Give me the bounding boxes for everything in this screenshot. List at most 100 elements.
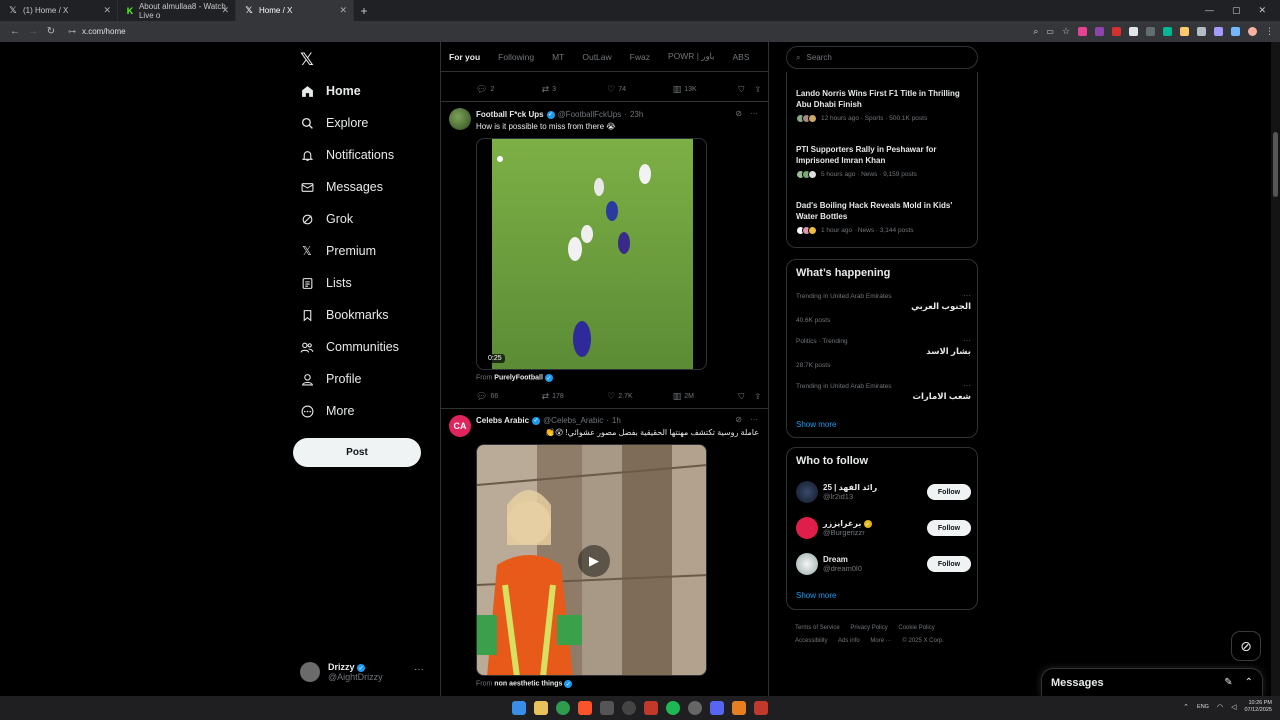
- nav-lists[interactable]: Lists: [300, 276, 352, 290]
- minimize-icon[interactable]: —: [1205, 5, 1214, 16]
- extension-icon[interactable]: [1112, 27, 1121, 36]
- trend-item[interactable]: Politics · Trending بشار الاسد 28.7K pos…: [796, 336, 971, 369]
- avatar[interactable]: CA: [449, 415, 471, 437]
- app-icon[interactable]: [732, 701, 746, 715]
- repost-button[interactable]: ⇄ 3: [542, 84, 608, 95]
- author-handle[interactable]: @Celebs_Arabic: [543, 416, 603, 425]
- forward-icon[interactable]: →: [24, 26, 42, 37]
- show-more-link[interactable]: Show more: [796, 420, 836, 429]
- views-button[interactable]: ▥ 13K: [673, 84, 739, 95]
- tweet-video[interactable]: ▶: [476, 444, 707, 676]
- back-icon[interactable]: ←: [6, 26, 24, 37]
- trend-item[interactable]: Trending in United Arab Emirates الجنوب …: [796, 291, 971, 324]
- extension-icon[interactable]: [1146, 27, 1155, 36]
- spotify-icon[interactable]: [666, 701, 680, 715]
- compose-message-icon[interactable]: ✎: [1224, 677, 1232, 688]
- tab-close-icon[interactable]: ✕: [221, 5, 229, 16]
- follow-suggestion[interactable]: برغرايززر ✓ @Burgerizzr Follow: [796, 516, 971, 540]
- cast-icon[interactable]: ▭: [1046, 27, 1054, 36]
- tab-close-icon[interactable]: ✕: [339, 5, 347, 16]
- grok-floating-button[interactable]: ⊘: [1231, 631, 1261, 661]
- reply-button[interactable]: 💬︎ 66: [476, 391, 542, 402]
- tab-outlaw[interactable]: OutLaw: [582, 52, 611, 62]
- file-explorer-icon[interactable]: [534, 701, 548, 715]
- repost-button[interactable]: ⇄ 178: [542, 391, 608, 402]
- follow-suggestion[interactable]: Dream @dream0l0 Follow: [796, 552, 971, 576]
- volume-icon[interactable]: ◁: [1231, 703, 1236, 711]
- share-icon[interactable]: ⇪: [754, 392, 761, 402]
- more-dots-icon[interactable]: ···: [750, 109, 758, 118]
- avatar[interactable]: [449, 108, 471, 130]
- app-icon[interactable]: [644, 701, 658, 715]
- bookmark-icon[interactable]: ⛉: [738, 85, 744, 95]
- like-button[interactable]: ♡ 2.7K: [607, 391, 673, 402]
- nav-explore[interactable]: Explore: [300, 116, 368, 130]
- wifi-icon[interactable]: ◠: [1217, 703, 1223, 711]
- trend-item[interactable]: Trending in United Arab Emirates شعب الا…: [796, 381, 971, 402]
- author-name[interactable]: Football F*ck Ups: [476, 110, 544, 119]
- author-name[interactable]: Celebs Arabic: [476, 416, 529, 425]
- language-indicator[interactable]: ENG: [1197, 704, 1209, 710]
- discord-icon[interactable]: [710, 701, 724, 715]
- zoom-icon[interactable]: ⌕: [1033, 26, 1038, 37]
- chevron-up-icon[interactable]: ⌃: [1183, 703, 1189, 711]
- browser-tab-1[interactable]: 𝕏 (1) Home / X ✕: [0, 0, 118, 21]
- play-icon[interactable]: ▶: [578, 545, 610, 577]
- scroll-thumb[interactable]: [1273, 132, 1278, 197]
- x-logo-icon[interactable]: 𝕏: [300, 50, 314, 70]
- extension-icon[interactable]: [1078, 27, 1087, 36]
- more-dots-icon[interactable]: ···: [963, 381, 971, 390]
- browser-menu-icon[interactable]: ⋮: [1265, 26, 1274, 37]
- extension-icon[interactable]: [1095, 27, 1104, 36]
- more-dots-icon[interactable]: ···: [414, 664, 424, 675]
- footer-link[interactable]: Ads info: [838, 638, 860, 644]
- nav-messages[interactable]: Messages: [300, 180, 383, 194]
- nav-bookmarks[interactable]: Bookmarks: [300, 308, 389, 322]
- extension-icon[interactable]: [1231, 27, 1240, 36]
- follow-button[interactable]: Follow: [927, 520, 971, 536]
- footer-link[interactable]: Cookie Policy: [898, 625, 934, 631]
- follow-suggestion[interactable]: رائد الفهد | 25 @lr2id13 Follow: [796, 480, 971, 504]
- extension-icon[interactable]: [1197, 27, 1206, 36]
- search-input[interactable]: ⌕ Search: [786, 46, 978, 69]
- nav-grok[interactable]: Grok: [300, 212, 353, 226]
- news-item[interactable]: Dad's Boiling Hack Reveals Mold in Kids'…: [796, 200, 971, 235]
- address-bar[interactable]: ⊶ x.com/home: [68, 27, 126, 36]
- follow-button[interactable]: Follow: [927, 484, 971, 500]
- bookmark-star-icon[interactable]: ☆: [1062, 26, 1070, 37]
- app-icon[interactable]: [688, 701, 702, 715]
- tab-mt[interactable]: MT: [552, 52, 564, 62]
- maximize-icon[interactable]: ▢: [1232, 5, 1241, 16]
- reply-button[interactable]: 💬︎ 2: [476, 84, 542, 95]
- extension-icon[interactable]: [1214, 27, 1223, 36]
- app-icon[interactable]: [600, 701, 614, 715]
- footer-link[interactable]: More ···: [870, 638, 891, 644]
- nav-more[interactable]: More: [300, 404, 354, 418]
- app-icon[interactable]: [754, 701, 768, 715]
- extension-icon[interactable]: [1163, 27, 1172, 36]
- author-handle[interactable]: @FootballFckUps: [558, 110, 622, 119]
- browser-tab-2[interactable]: K About almullaa8 - Watch Live o ✕: [118, 0, 236, 21]
- nav-premium[interactable]: 𝕏 Premium: [300, 244, 376, 258]
- footer-link[interactable]: Terms of Service: [795, 625, 840, 631]
- news-item[interactable]: Lando Norris Wins First F1 Title in Thri…: [796, 88, 971, 123]
- start-icon[interactable]: [512, 701, 526, 715]
- expand-icon[interactable]: ⌃: [1245, 677, 1253, 688]
- account-switcher[interactable]: Drizzy ✓ @AightDrizzy ···: [300, 658, 428, 686]
- clock[interactable]: 10:26 PM 07/12/2025: [1244, 700, 1272, 714]
- show-more-link[interactable]: Show more: [796, 591, 836, 600]
- more-dots-icon[interactable]: ···: [750, 415, 758, 424]
- app-icon[interactable]: [622, 701, 636, 715]
- tab-abs[interactable]: ABS: [733, 52, 750, 62]
- brave-icon[interactable]: [578, 701, 592, 715]
- new-tab-button[interactable]: +: [354, 4, 374, 18]
- grok-icon[interactable]: ⊘: [735, 415, 742, 424]
- profile-avatar-icon[interactable]: [1248, 27, 1257, 36]
- chrome-icon[interactable]: [556, 701, 570, 715]
- extension-icon[interactable]: [1180, 27, 1189, 36]
- messages-drawer[interactable]: Messages ✎ ⌃: [1041, 668, 1263, 696]
- bookmark-icon[interactable]: ⛉: [738, 392, 744, 402]
- more-dots-icon[interactable]: ···: [963, 291, 971, 300]
- footer-link[interactable]: Accessibility: [795, 638, 828, 644]
- follow-button[interactable]: Follow: [927, 556, 971, 572]
